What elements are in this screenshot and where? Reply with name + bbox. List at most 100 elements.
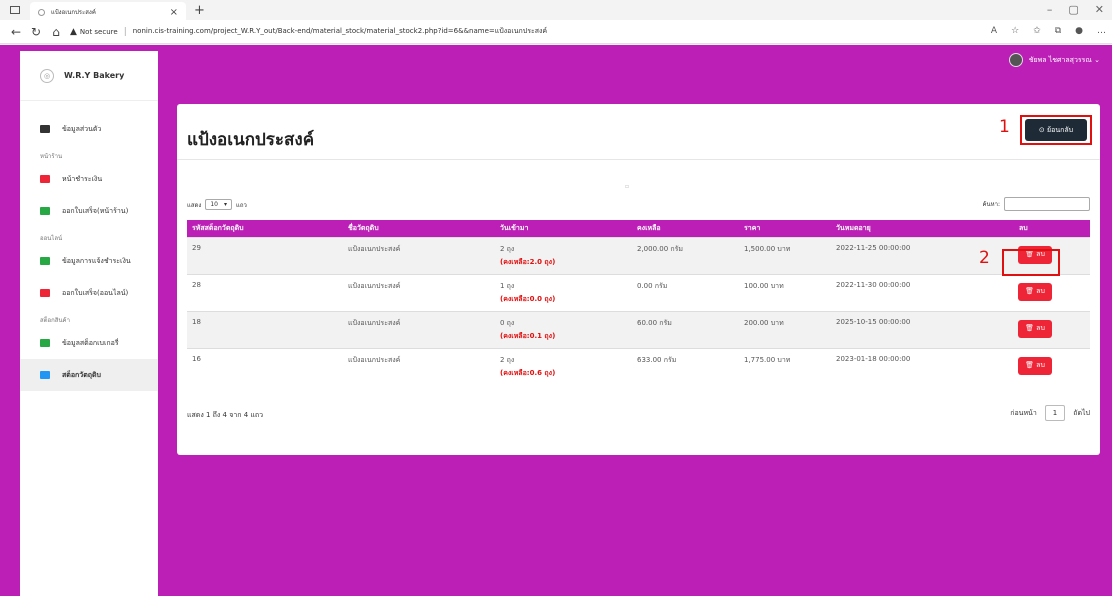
delete-button[interactable]: 🗑 ลบ xyxy=(1018,282,1052,301)
close-tab-icon[interactable]: × xyxy=(170,7,178,18)
header-divider xyxy=(177,159,1100,160)
cell-expiry: 2022-11-25 00:00:00 xyxy=(831,236,979,274)
tab-title: แป้งอเนกประสงค์ xyxy=(51,9,96,16)
remain-text: (คงเหลือ:0.6 ถุง) xyxy=(500,368,556,377)
cell-price: 100.00 บาท xyxy=(739,273,831,311)
sidebar-item-profile[interactable]: ข้อมูลส่วนตัว xyxy=(20,113,158,145)
cell-date-in: 2 ถุง (คงเหลือ:2.0 ถุง) xyxy=(495,236,632,274)
sidebar: ◎ W.R.Y Bakery ข้อมูลส่วนตัว หน้าร้าน หน… xyxy=(20,51,158,596)
remain-text: (คงเหลือ:2.0 ถุง) xyxy=(500,257,556,266)
brand[interactable]: ◎ W.R.Y Bakery xyxy=(20,51,158,101)
col-header-expiry[interactable]: วันหมดอายุ xyxy=(831,220,979,237)
table-info: แสดง 1 ถึง 4 จาก 4 แถว xyxy=(187,411,264,419)
user-name: ชัยพล ไชศาลสุวรรณ ⌄ xyxy=(1028,55,1100,64)
sidebar-item-bakery-stock[interactable]: ข้อมูลสต็อกเบเกอรี่ xyxy=(20,327,158,359)
favicon-icon xyxy=(38,8,45,16)
cell-date-in: 2 ถุง (คงเหลือ:0.6 ถุง) xyxy=(495,347,632,385)
window-controls: – ▢ ✕ xyxy=(1047,3,1104,16)
back-icon[interactable]: ← xyxy=(6,25,26,39)
search-input[interactable] xyxy=(1004,197,1090,211)
collections-icon[interactable]: ⧉ xyxy=(1055,26,1061,36)
cell-name: แป้งอเนกประสงค์ xyxy=(343,236,495,274)
page-length-select[interactable]: 10 ▾ xyxy=(205,199,233,210)
prev-page-button[interactable]: ก่อนหน้า xyxy=(1010,408,1037,419)
stock-card: แป้งอเนกประสงค์ 1 ⊙ ย้อนกลับ ▫ แสดง 10 ▾… xyxy=(177,104,1100,455)
sidebar-item-label: ออกใบเสร็จ(ออนไลน์) xyxy=(62,288,129,297)
cell-id: 28 xyxy=(187,273,343,311)
cell-date-in: 1 ถุง (คงเหลือ:0.0 ถุง) xyxy=(495,273,632,311)
annotation-number-2: 2 xyxy=(979,248,990,268)
sidebar-header-stock: สต็อกสินค้า xyxy=(40,317,70,324)
not-secure-label[interactable]: Not secure xyxy=(80,28,118,36)
page-1-button[interactable]: 1 xyxy=(1044,405,1066,421)
cell-remaining: 0.00 กรัม xyxy=(632,273,739,311)
table-row: 16 แป้งอเนกประสงค์ 2 ถุง (คงเหลือ:0.6 ถุง… xyxy=(187,347,1090,385)
receipt-icon xyxy=(40,289,50,297)
sidebar-item-material-stock[interactable]: สต็อกวัตถุดิบ xyxy=(20,359,158,391)
sidebar-item-receipt-store[interactable]: ออกใบเสร็จ(หน้าร้าน) xyxy=(20,195,158,227)
qty-text: 1 ถุง xyxy=(500,281,515,290)
browser-toolbar-icons: A ☆ ✩ ⧉ ● … xyxy=(991,26,1106,36)
search-label: ค้นหา: xyxy=(982,201,1000,208)
page-length-control: แสดง 10 ▾ แถว xyxy=(187,199,247,210)
close-window-icon[interactable]: ✕ xyxy=(1095,3,1104,16)
box-icon xyxy=(40,371,50,379)
col-header-name[interactable]: ชื่อวัตถุดิบ xyxy=(343,220,495,237)
minimize-icon[interactable]: – xyxy=(1047,3,1053,16)
warning-icon[interactable]: ▲ xyxy=(70,27,77,37)
col-header-delete[interactable]: ลบ xyxy=(979,220,1090,237)
window-icon[interactable] xyxy=(10,6,20,14)
restore-icon[interactable]: ▢ xyxy=(1068,3,1078,16)
user-menu[interactable]: ชัยพล ไชศาลสุวรรณ ⌄ xyxy=(1008,53,1100,67)
cell-name: แป้งอเนกประสงค์ xyxy=(343,273,495,311)
col-header-id[interactable]: รหัสสต็อกวัตถุดิบ xyxy=(187,220,343,237)
length-prefix: แสดง xyxy=(187,201,202,209)
home-icon[interactable]: ⌂ xyxy=(46,25,66,39)
cell-price: 200.00 บาท xyxy=(739,310,831,348)
bakery-logo-icon: ◎ xyxy=(40,68,54,83)
sidebar-item-payment-notice[interactable]: ข้อมูลการแจ้งชำระเงิน xyxy=(20,245,158,277)
sidebar-item-label: ข้อมูลสต็อกเบเกอรี่ xyxy=(62,338,119,347)
sidebar-item-label: สต็อกวัตถุดิบ xyxy=(62,370,101,379)
length-suffix: แถว xyxy=(236,201,247,209)
profile-icon[interactable]: ● xyxy=(1075,26,1083,36)
delete-button[interactable]: 🗑 ลบ xyxy=(1018,356,1052,375)
url-field[interactable]: nonin.cis-training.com/project_W.R.Y_out… xyxy=(133,26,547,37)
cell-name: แป้งอเนกประสงค์ xyxy=(343,310,495,348)
qty-text: 2 ถุง xyxy=(500,355,515,364)
col-header-date-in[interactable]: วันเข้ามา xyxy=(495,220,632,237)
sidebar-item-payment[interactable]: หน้าชำระเงิน xyxy=(20,163,158,195)
sitemap-icon xyxy=(40,339,50,347)
cell-delete: 🗑 ลบ xyxy=(979,310,1090,348)
new-tab-icon[interactable]: + xyxy=(194,3,205,18)
sidebar-header-storefront: หน้าร้าน xyxy=(40,153,63,160)
favorite-icon[interactable]: ☆ xyxy=(1011,26,1019,36)
sidebar-item-receipt-online[interactable]: ออกใบเสร็จ(ออนไลน์) xyxy=(20,277,158,309)
annotation-number-1: 1 xyxy=(999,117,1010,137)
table-row: 18 แป้งอเนกประสงค์ 0 ถุง (คงเหลือ:0.1 ถุง… xyxy=(187,310,1090,348)
payment-icon xyxy=(40,175,50,183)
id-card-icon xyxy=(40,125,50,133)
browser-tab[interactable]: แป้งอเนกประสงค์ × xyxy=(30,2,186,22)
qty-text: 0 ถุง xyxy=(500,318,515,327)
placeholder-mark: ▫ xyxy=(625,183,630,190)
browser-titlebar: แป้งอเนกประสงค์ × + – ▢ ✕ xyxy=(0,0,1112,22)
sidebar-item-label: ข้อมูลการแจ้งชำระเงิน xyxy=(62,256,131,265)
delete-button[interactable]: 🗑 ลบ xyxy=(1018,319,1052,338)
chevron-down-icon: ▾ xyxy=(224,201,228,208)
users-icon xyxy=(40,257,50,265)
cell-name: แป้งอเนกประสงค์ xyxy=(343,347,495,385)
next-page-button[interactable]: ถัดไป xyxy=(1073,408,1090,419)
more-icon[interactable]: … xyxy=(1097,26,1106,36)
cell-id: 16 xyxy=(187,347,343,385)
remain-text: (คงเหลือ:0.0 ถุง) xyxy=(500,294,556,303)
read-aloud-icon[interactable]: A xyxy=(991,26,997,36)
qty-text: 2 ถุง xyxy=(500,244,515,253)
cell-remaining: 633.00 กรัม xyxy=(632,347,739,385)
address-bar: ← ↻ ⌂ ▲ Not secure | nonin.cis-training.… xyxy=(0,20,1112,44)
refresh-icon[interactable]: ↻ xyxy=(26,25,46,39)
col-header-price[interactable]: ราคา xyxy=(739,220,831,237)
favorites-icon[interactable]: ✩ xyxy=(1033,26,1041,36)
remain-text: (คงเหลือ:0.1 ถุง) xyxy=(500,331,556,340)
col-header-remaining[interactable]: คงเหลือ xyxy=(632,220,739,237)
